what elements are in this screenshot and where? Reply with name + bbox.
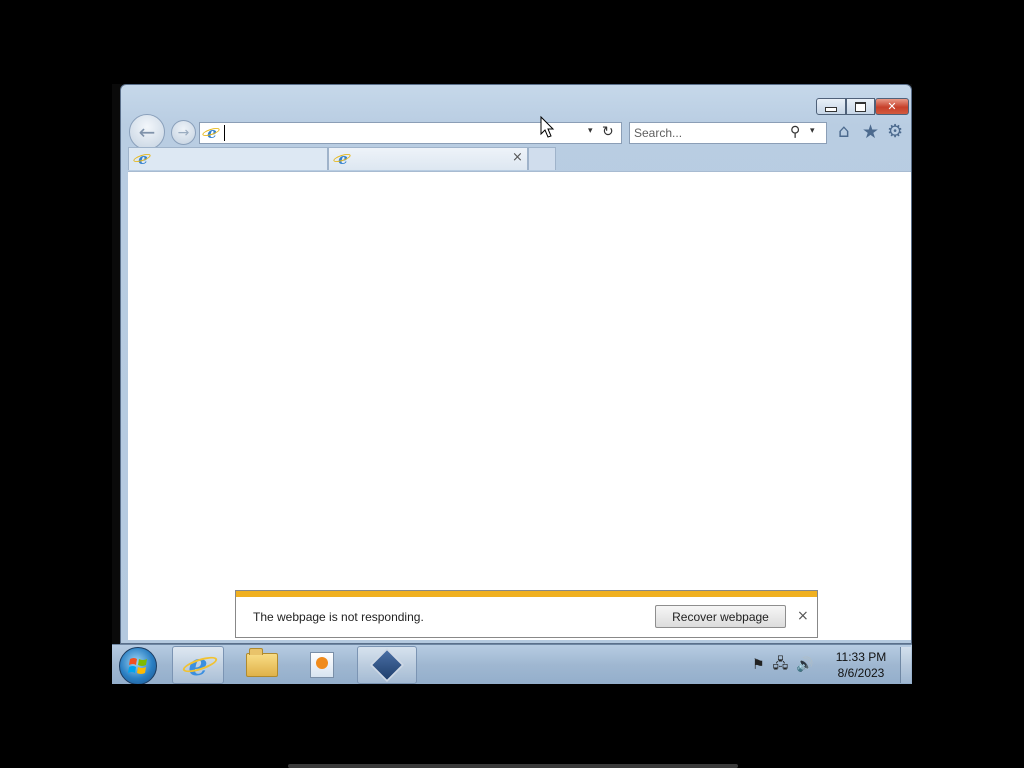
minimize-icon	[825, 107, 837, 112]
notification-accent-stripe	[236, 591, 817, 597]
close-icon: ✕	[887, 100, 897, 113]
start-button[interactable]	[119, 647, 157, 684]
desktop: ✕ ← → e ▾ ↻ ⚲ ▾ ⌂ ★ ⚙ e e ×	[112, 84, 912, 684]
host-scrollbar[interactable]	[288, 764, 738, 768]
clock-date: 8/6/2023	[837, 666, 885, 680]
minimize-button[interactable]	[816, 98, 846, 115]
windows-logo-icon	[128, 658, 147, 674]
internet-explorer-icon: e	[188, 647, 208, 683]
volume-icon[interactable]: 🔊	[796, 657, 813, 673]
clock-time: 11:33 PM	[835, 650, 887, 664]
favorites-star-icon[interactable]: ★	[862, 121, 879, 143]
notification-close-icon[interactable]: ×	[797, 608, 809, 624]
maximize-icon	[855, 101, 866, 112]
forward-arrow-icon: →	[177, 124, 190, 141]
search-input[interactable]	[634, 125, 784, 141]
address-dropdown-icon[interactable]: ▾	[588, 126, 593, 136]
mouse-cursor-icon	[540, 115, 555, 138]
search-icon[interactable]: ⚲	[790, 124, 800, 140]
new-tab-button[interactable]	[528, 147, 556, 170]
search-box[interactable]: ⚲ ▾	[629, 122, 827, 144]
clock[interactable]: 11:33 PM 8/6/2023	[830, 649, 892, 681]
recover-webpage-button[interactable]: Recover webpage	[655, 605, 786, 628]
address-input[interactable]	[224, 125, 565, 141]
search-dropdown-icon[interactable]: ▾	[810, 126, 815, 136]
media-player-icon	[310, 652, 334, 678]
forward-button[interactable]: →	[171, 120, 196, 145]
gear-icon[interactable]: ⚙	[887, 121, 903, 142]
tab-close-icon[interactable]: ×	[512, 150, 523, 165]
browser-window: ✕ ← → e ▾ ↻ ⚲ ▾ ⌂ ★ ⚙ e e ×	[120, 84, 912, 644]
network-icon[interactable]: 🖧	[773, 653, 789, 677]
taskbar-virtualbox[interactable]	[357, 646, 417, 684]
taskbar-windows-explorer[interactable]	[234, 646, 290, 684]
folder-icon	[246, 648, 278, 677]
virtualbox-icon	[370, 648, 404, 682]
ie-tab-icon: e	[135, 151, 151, 167]
back-button[interactable]: ←	[129, 114, 165, 150]
home-icon[interactable]: ⌂	[838, 121, 849, 142]
taskbar: e ⚑ 🖧 🔊 11:33 PM 8/6/2023	[112, 644, 912, 684]
show-desktop-button[interactable]	[900, 647, 911, 683]
taskbar-internet-explorer[interactable]: e	[172, 646, 224, 684]
notification-bar: The webpage is not responding. Recover w…	[235, 590, 818, 638]
notification-message: The webpage is not responding.	[253, 610, 424, 624]
close-button[interactable]: ✕	[875, 98, 909, 115]
ie-page-icon: e	[204, 125, 220, 141]
tab-1[interactable]: e	[128, 147, 328, 170]
address-bar[interactable]: e ▾ ↻	[199, 122, 622, 144]
refresh-icon[interactable]: ↻	[602, 124, 614, 140]
tab-2-active[interactable]: e ×	[328, 147, 528, 170]
action-center-flag-icon[interactable]: ⚑	[752, 657, 765, 673]
page-content: The webpage is not responding. Recover w…	[128, 171, 911, 640]
back-arrow-icon: ←	[138, 120, 156, 144]
maximize-button[interactable]	[846, 98, 875, 115]
ie-tab-icon: e	[335, 151, 351, 167]
system-tray: ⚑ 🖧 🔊	[752, 651, 814, 679]
taskbar-media-player[interactable]	[294, 646, 350, 684]
